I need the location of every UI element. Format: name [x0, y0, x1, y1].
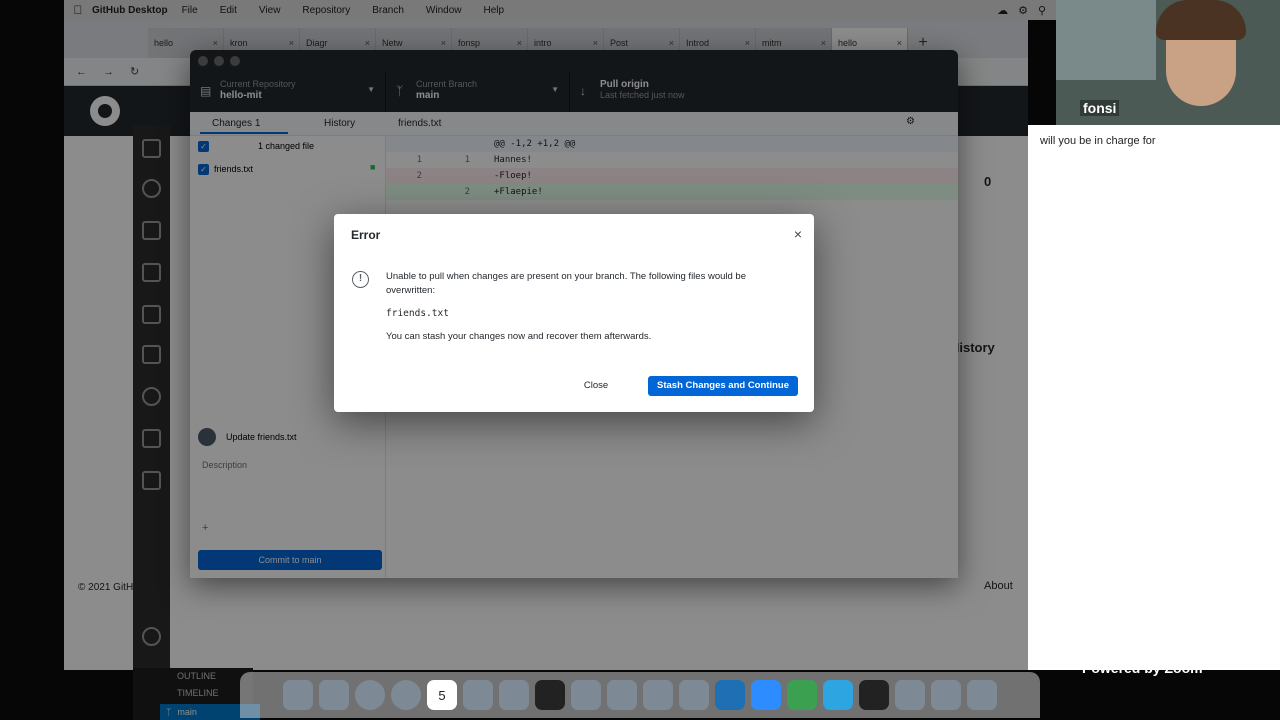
- telegram-icon[interactable]: [823, 680, 853, 710]
- zotero-icon[interactable]: [643, 680, 673, 710]
- whatsapp-icon[interactable]: [787, 680, 817, 710]
- dialog-title: Error: [351, 228, 381, 242]
- finder-icon[interactable]: [283, 680, 313, 710]
- activity-monitor-icon[interactable]: [859, 680, 889, 710]
- close-button[interactable]: Close: [570, 376, 622, 396]
- calendar-icon[interactable]: 5: [427, 680, 457, 710]
- dialog-file: friends.txt: [386, 308, 449, 319]
- terminal-icon[interactable]: [535, 680, 565, 710]
- warning-icon: !: [352, 271, 369, 288]
- downloads-icon[interactable]: [931, 680, 961, 710]
- safari-icon[interactable]: [355, 680, 385, 710]
- trash-icon[interactable]: [967, 680, 997, 710]
- person-hair: [1156, 0, 1246, 40]
- music-icon[interactable]: [463, 680, 493, 710]
- background-shelf: [1056, 0, 1156, 80]
- screen:  GitHub Desktop File Edit View Reposito…: [0, 0, 1280, 720]
- participant-name: fonsi: [1080, 100, 1120, 116]
- webcam-video: fonsi: [1056, 0, 1280, 125]
- launchpad-icon[interactable]: [319, 680, 349, 710]
- close-icon[interactable]: ×: [790, 226, 806, 242]
- zoom-icon[interactable]: [751, 680, 781, 710]
- macos-dock: 5: [240, 672, 1040, 718]
- mail-icon[interactable]: [679, 680, 709, 710]
- zoom-watermark: Powered by Zoom: [1082, 660, 1203, 676]
- system-preferences-icon[interactable]: [499, 680, 529, 710]
- github-desktop-icon[interactable]: [571, 680, 601, 710]
- dialog-message: Unable to pull when changes are present …: [386, 271, 746, 296]
- stash-changes-button[interactable]: Stash Changes and Continue: [648, 376, 798, 396]
- vscode-icon[interactable]: [715, 680, 745, 710]
- chat-message: will you be in charge for: [1040, 135, 1156, 147]
- pen-icon[interactable]: [895, 680, 925, 710]
- slack-icon[interactable]: [607, 680, 637, 710]
- chat-panel: will you be in charge for: [1028, 125, 1280, 670]
- chrome-icon[interactable]: [391, 680, 421, 710]
- error-dialog: Error × ! Unable to pull when changes ar…: [334, 214, 814, 412]
- dialog-stash-note: You can stash your changes now and recov…: [386, 331, 652, 342]
